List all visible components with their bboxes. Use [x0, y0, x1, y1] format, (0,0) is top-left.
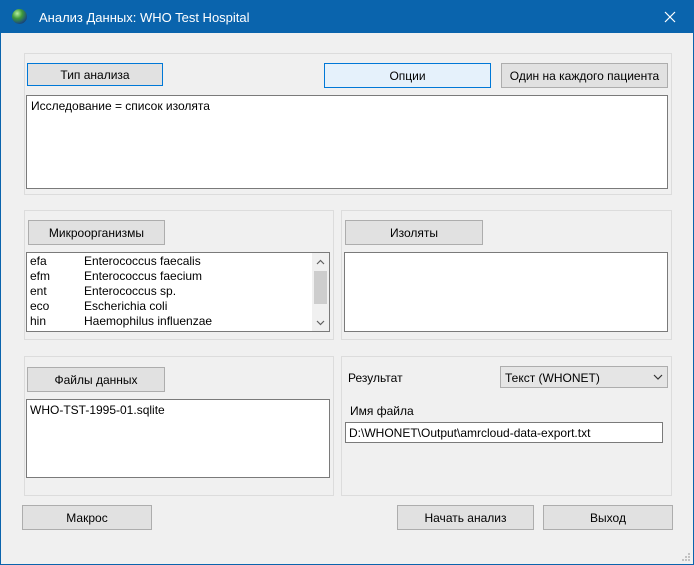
- globe-icon: [12, 9, 27, 24]
- analysis-description: Исследование = список изолята: [31, 99, 210, 113]
- macro-button[interactable]: Макрос: [22, 505, 152, 530]
- analysis-window: Анализ Данных: WHO Test Hospital Тип ана…: [0, 0, 694, 565]
- isolates-button[interactable]: Изоляты: [345, 220, 483, 245]
- list-item[interactable]: efa Enterococcus faecalis: [27, 254, 312, 269]
- title-bar[interactable]: Анализ Данных: WHO Test Hospital: [1, 1, 693, 33]
- list-item[interactable]: ent Enterococcus sp.: [27, 284, 312, 299]
- result-label: Результат: [348, 371, 403, 385]
- chevron-down-icon: [653, 374, 663, 380]
- data-files-list[interactable]: WHO-TST-1995-01.sqlite: [26, 399, 330, 478]
- chevron-down-icon: [316, 320, 325, 325]
- client-area: Тип анализа Опции Один на каждого пациен…: [1, 33, 693, 564]
- list-item[interactable]: hin Haemophilus influenzae: [27, 314, 312, 329]
- window-title: Анализ Данных: WHO Test Hospital: [39, 10, 250, 25]
- organisms-button[interactable]: Микроорганизмы: [28, 220, 165, 245]
- scroll-up-arrow[interactable]: [312, 253, 329, 270]
- analysis-type-button[interactable]: Тип анализа: [27, 63, 163, 86]
- filename-value: D:\WHONET\Output\amrcloud-data-export.tx…: [349, 426, 591, 440]
- analysis-description-box[interactable]: Исследование = список изолята: [26, 95, 668, 189]
- chevron-up-icon: [316, 259, 325, 264]
- data-files-button[interactable]: Файлы данных: [27, 367, 165, 392]
- filename-label: Имя файла: [350, 404, 414, 418]
- list-item[interactable]: efm Enterococcus faecium: [27, 269, 312, 284]
- list-item[interactable]: WHO-TST-1995-01.sqlite: [27, 403, 329, 418]
- exit-button[interactable]: Выход: [543, 505, 673, 530]
- start-analysis-button[interactable]: Начать анализ: [397, 505, 534, 530]
- result-select[interactable]: Текст (WHONET): [500, 366, 668, 388]
- organisms-scrollbar[interactable]: [312, 253, 329, 331]
- filename-field[interactable]: D:\WHONET\Output\amrcloud-data-export.tx…: [345, 422, 663, 443]
- per-patient-button[interactable]: Один на каждого пациента: [501, 63, 668, 88]
- options-button[interactable]: Опции: [324, 63, 491, 88]
- close-button[interactable]: [647, 1, 693, 32]
- isolates-list[interactable]: [344, 252, 668, 332]
- scroll-down-arrow[interactable]: [312, 314, 329, 331]
- close-icon: [664, 11, 676, 22]
- resize-grip-icon[interactable]: [681, 552, 691, 562]
- result-select-value: Текст (WHONET): [505, 371, 600, 385]
- organisms-list[interactable]: efa Enterococcus faecalis efm Enterococcus…: [26, 252, 330, 332]
- list-item[interactable]: eco Escherichia coli: [27, 299, 312, 314]
- scroll-thumb[interactable]: [314, 271, 327, 304]
